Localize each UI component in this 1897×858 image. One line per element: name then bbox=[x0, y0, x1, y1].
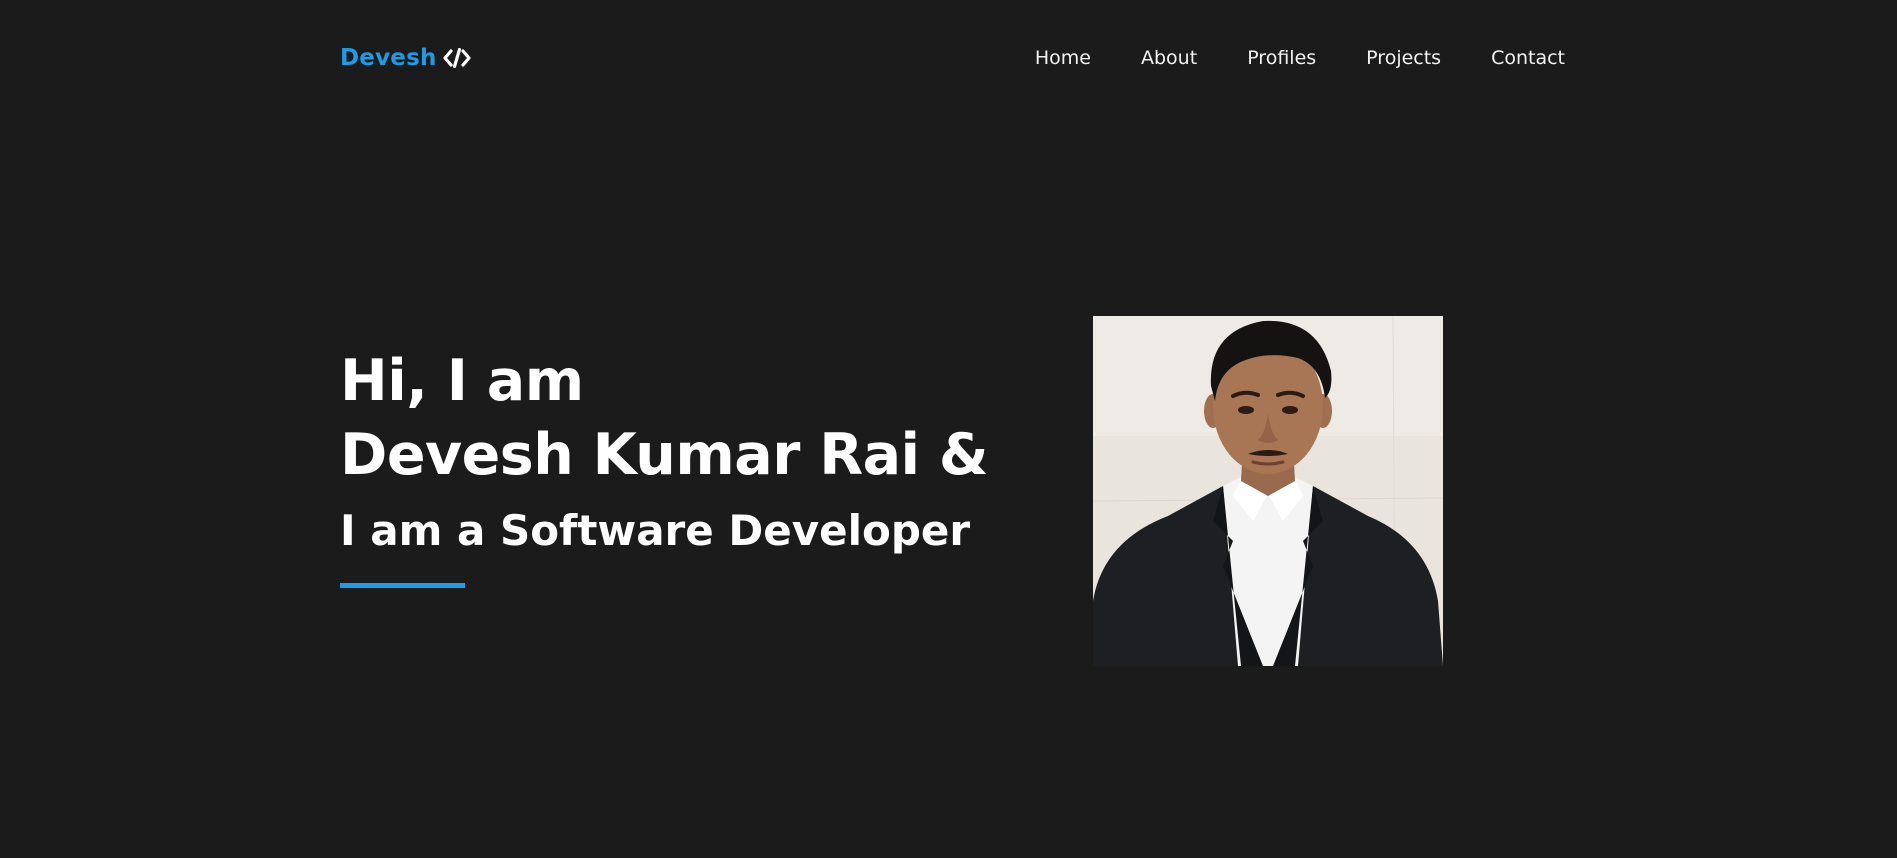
page: Devesh Home About Profiles Projects Cont… bbox=[0, 0, 1897, 858]
logo-link[interactable]: Devesh bbox=[340, 45, 471, 71]
nav-menu: Home About Profiles Projects Contact bbox=[1035, 47, 1565, 69]
nav-link-projects[interactable]: Projects bbox=[1366, 47, 1441, 69]
portrait-illustration bbox=[1093, 316, 1443, 666]
nav-link-contact[interactable]: Contact bbox=[1491, 47, 1565, 69]
nav-link-profiles[interactable]: Profiles bbox=[1247, 47, 1316, 69]
code-slash-icon bbox=[442, 48, 471, 68]
nav-link-about[interactable]: About bbox=[1141, 47, 1197, 69]
hero-name: Devesh Kumar Rai & bbox=[340, 421, 989, 488]
logo-text: Devesh bbox=[340, 45, 437, 71]
hero-underline bbox=[340, 582, 465, 588]
profile-photo bbox=[1093, 316, 1443, 666]
hero-section: Hi, I am Devesh Kumar Rai & I am a Softw… bbox=[340, 348, 989, 588]
hero-role: I am a Software Developer bbox=[340, 506, 971, 556]
nav-link-home[interactable]: Home bbox=[1035, 47, 1091, 69]
navbar: Devesh Home About Profiles Projects Cont… bbox=[340, 38, 1565, 78]
hero-greeting: Hi, I am bbox=[340, 348, 584, 414]
